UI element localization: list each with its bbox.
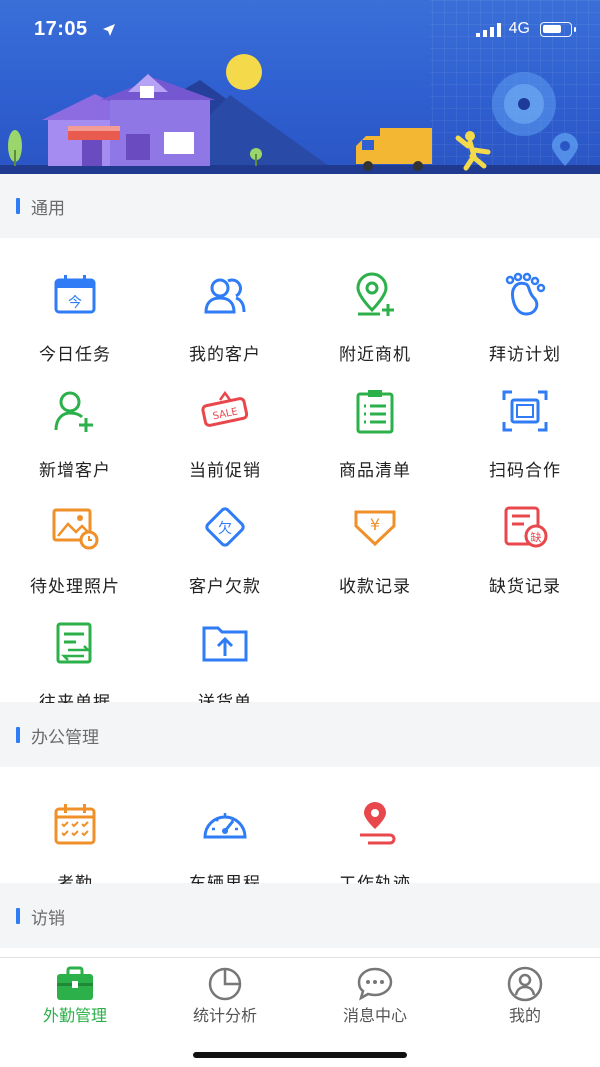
menu-label: 今日任务: [39, 345, 111, 365]
section-marker: [16, 908, 20, 924]
tab-label: 外勤管理: [42, 1006, 107, 1025]
menu-product-list[interactable]: 商品清单: [300, 364, 450, 481]
menu-vehicle-mileage[interactable]: 车辆里程: [150, 777, 300, 894]
photo-pending-icon: [52, 508, 99, 550]
customers-icon: [204, 278, 246, 314]
menu-out-of-stock[interactable]: 缺 缺货记录: [450, 480, 600, 597]
section-header-general: 通用: [0, 174, 600, 238]
menu-customer-debt[interactable]: 欠 客户欠款: [150, 480, 300, 597]
menu-delivery-note[interactable]: 送货单: [150, 596, 300, 713]
menu-label: 收款记录: [339, 577, 411, 597]
section-title: 访销: [31, 909, 65, 929]
briefcase-icon: [57, 966, 93, 1000]
location-arrow-icon: [103, 24, 115, 36]
tab-statistics[interactable]: 统计分析: [150, 958, 300, 1038]
menu-work-track[interactable]: 工作轨迹: [300, 777, 450, 894]
menu-label: 新增客户: [39, 461, 111, 481]
menu-label: 拜访计划: [489, 345, 561, 365]
menu-today-tasks[interactable]: 今 今日任务: [0, 248, 150, 365]
section-marker: [16, 727, 20, 743]
menu-label: 当前促销: [189, 461, 261, 481]
menu-transaction-documents[interactable]: 往来单据: [0, 596, 150, 713]
office-grid: 考勤 车辆里程 工作轨迹: [0, 767, 600, 894]
sale-tag-icon: SALE: [201, 390, 249, 427]
bottom-tab-bar: 外勤管理 统计分析 消息中心 我的: [0, 957, 600, 1067]
menu-payment-records[interactable]: ¥ 收款记录: [300, 480, 450, 597]
svg-text:今: 今: [68, 295, 82, 311]
menu-label: 扫码合作: [489, 461, 561, 481]
menu-label: 客户欠款: [189, 577, 261, 597]
svg-text:¥: ¥: [370, 515, 380, 534]
svg-text:缺: 缺: [531, 530, 542, 544]
location-add-icon: [356, 272, 394, 316]
home-indicator[interactable]: [193, 1052, 407, 1058]
visit-sales-grid: [0, 948, 600, 957]
tab-label: 统计分析: [192, 1006, 257, 1025]
clipboard-list-icon: [356, 390, 394, 434]
menu-pending-photos[interactable]: 待处理照片: [0, 480, 150, 597]
scan-frame-icon: [502, 390, 548, 432]
menu-label: 待处理照片: [30, 577, 120, 597]
route-pin-icon: [360, 802, 396, 845]
battery-icon: [540, 22, 576, 37]
section-header-visit-sales: 访销: [0, 884, 600, 948]
section-title: 通用: [31, 199, 65, 219]
profile-icon: [507, 966, 543, 1002]
section-title: 办公管理: [31, 728, 99, 748]
menu-scan-cooperate[interactable]: 扫码合作: [450, 364, 600, 481]
menu-nearby-opportunities[interactable]: 附近商机: [300, 248, 450, 365]
general-grid: 今 今日任务 我的客户 附近商机 拜访计划 新增客户 SALE 当前促销 商品清…: [0, 238, 600, 713]
document-exchange-icon: [56, 622, 92, 664]
tab-field-management[interactable]: 外勤管理: [0, 958, 150, 1038]
payment-record-icon: ¥: [354, 510, 396, 547]
tab-messages[interactable]: 消息中心: [300, 958, 450, 1038]
upload-folder-icon: [202, 626, 248, 662]
status-time: 17:05: [34, 18, 88, 40]
menu-visit-plan[interactable]: 拜访计划: [450, 248, 600, 365]
out-of-stock-icon: 缺: [504, 506, 548, 548]
tab-label: 消息中心: [342, 1006, 407, 1025]
menu-attendance[interactable]: 考勤: [0, 777, 150, 894]
section-marker: [16, 198, 20, 214]
status-bar: 17:05 4G: [0, 16, 600, 44]
svg-text:欠: 欠: [218, 521, 232, 537]
section-header-office: 办公管理: [0, 703, 600, 767]
menu-label: 缺货记录: [489, 577, 561, 597]
menu-label: 商品清单: [339, 461, 411, 481]
menu-add-customer[interactable]: 新增客户: [0, 364, 150, 481]
header-banner: 17:05 4G: [0, 0, 600, 174]
pie-chart-icon: [208, 967, 242, 1001]
speedometer-icon: [203, 813, 247, 839]
menu-current-promotions[interactable]: SALE 当前促销: [150, 364, 300, 481]
calendar-today-icon: 今: [54, 275, 96, 314]
chat-bubble-icon: [357, 967, 393, 1001]
footprints-icon: [505, 272, 546, 316]
debt-icon: 欠: [205, 507, 245, 547]
tab-label: 我的: [508, 1006, 541, 1025]
tab-profile[interactable]: 我的: [450, 958, 600, 1038]
add-user-icon: [54, 391, 93, 432]
status-network: 4G: [508, 20, 530, 37]
menu-label: 附近商机: [339, 345, 411, 365]
attendance-calendar-icon: [54, 804, 96, 845]
signal-icon: [476, 23, 501, 37]
menu-label: 我的客户: [189, 345, 261, 365]
menu-my-customers[interactable]: 我的客户: [150, 248, 300, 365]
